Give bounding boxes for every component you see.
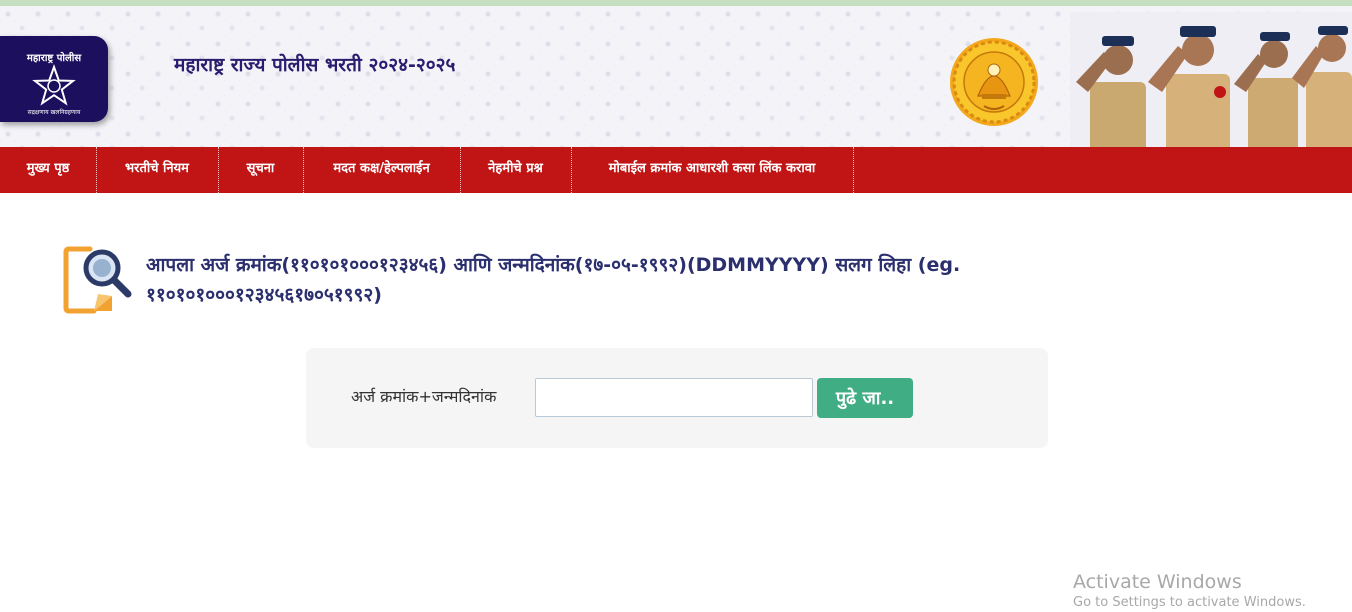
state-emblem-icon bbox=[948, 36, 1040, 128]
police-logo[interactable]: महाराष्ट्र पोलीस सद्रक्षणाय खलनिग्रहणाय bbox=[0, 36, 108, 122]
submit-button[interactable]: पुढे जा.. bbox=[817, 378, 913, 418]
watermark-subtitle: Go to Settings to activate Windows. bbox=[1073, 595, 1306, 610]
nav-item-faq[interactable]: नेहमीचे प्रश्न bbox=[460, 147, 572, 193]
main-nav: मुख्य पृष्ठ भरतीचे नियम सूचना मदत कक्ष/ह… bbox=[0, 147, 1352, 193]
nav-item-mobile-aadhaar-link[interactable]: मोबाईल क्रमांक आधारशी कसा लिंक करावा bbox=[571, 147, 854, 193]
police-star-icon: महाराष्ट्र पोलीस सद्रक्षणाय खलनिग्रहणाय bbox=[26, 51, 83, 116]
nav-item-notices[interactable]: सूचना bbox=[218, 147, 304, 193]
instruction-text: आपला अर्ज क्रमांक(११०१०१०००१२३४५६) आणि ज… bbox=[146, 254, 961, 306]
document-search-icon bbox=[62, 244, 134, 316]
logo-motto: सद्रक्षणाय खलनिग्रहणाय bbox=[28, 108, 81, 116]
nav-item-recruitment-rules[interactable]: भरतीचे नियम bbox=[96, 147, 219, 193]
application-number-label: अर्ज क्रमांक+जन्मदिनांक bbox=[351, 387, 497, 406]
page-title: महाराष्ट्र राज्य पोलीस भरती २०२४-२०२५ bbox=[174, 54, 456, 76]
nav-item-home[interactable]: मुख्य पृष्ठ bbox=[0, 147, 97, 193]
activate-windows-watermark: Activate Windows Go to Settings to activ… bbox=[1073, 571, 1306, 610]
logo-text: महाराष्ट्र पोलीस bbox=[26, 51, 83, 64]
site-header: महाराष्ट्र पोलीस सद्रक्षणाय खलनिग्रहणाय … bbox=[0, 6, 1352, 153]
police-officers-image bbox=[1070, 12, 1352, 153]
watermark-title: Activate Windows bbox=[1073, 571, 1242, 593]
nav-item-helpline[interactable]: मदत कक्ष/हेल्पलाईन bbox=[303, 147, 461, 193]
application-number-input[interactable] bbox=[535, 378, 813, 417]
